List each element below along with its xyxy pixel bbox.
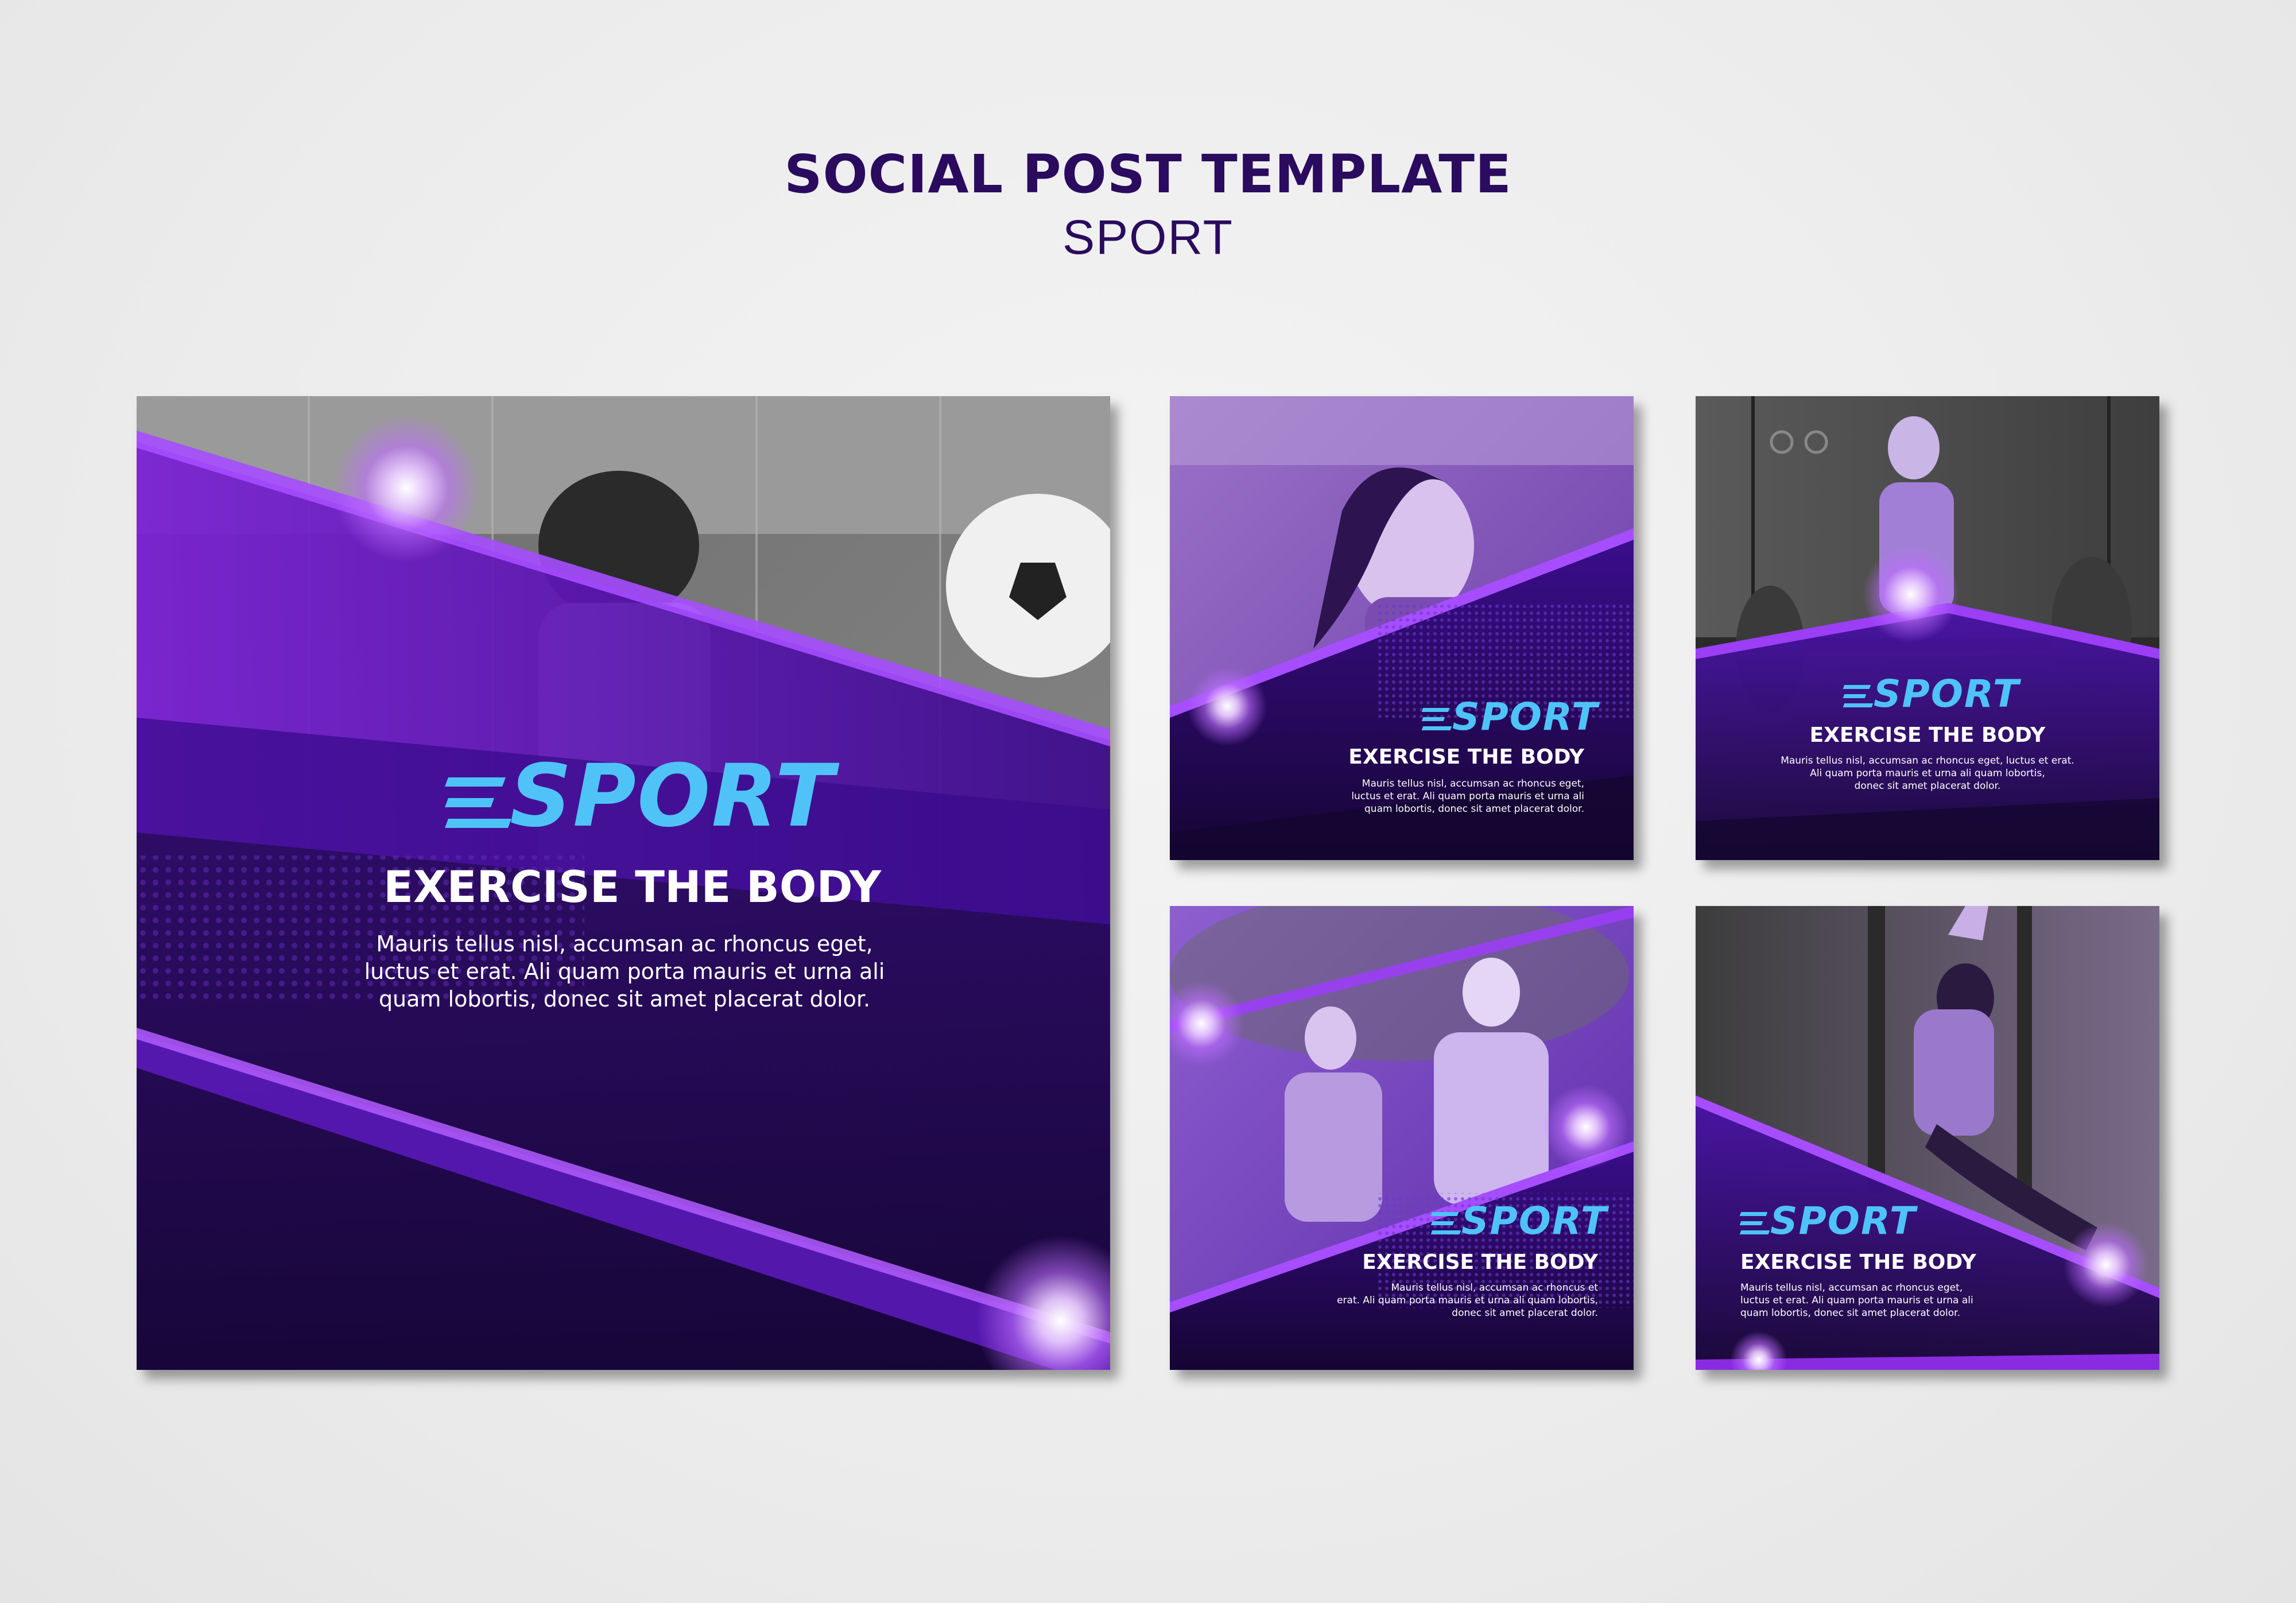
sport-logo: SPORT: [1843, 672, 2020, 716]
post-card-couple[interactable]: SPORT EXERCISE THE BODY Mauris tellus ni…: [1170, 906, 1634, 1370]
logo-text: SPORT: [1461, 1199, 1608, 1243]
logo-text: SPORT: [510, 746, 835, 846]
sport-logo: SPORT: [1421, 695, 1599, 739]
light-flare: [2063, 1222, 2149, 1308]
sport-logo: SPORT: [1430, 1199, 1608, 1243]
logo-text: SPORT: [1770, 1199, 1917, 1243]
post-body-text: Mauris tellus nisl, accumsan ac rhoncus …: [1337, 1282, 1598, 1319]
post-body-text: Mauris tellus nisl, accumsan ac rhoncus …: [1351, 778, 1584, 815]
post-headline: EXERCISE THE BODY: [1740, 1250, 1976, 1274]
post-headline: EXERCISE THE BODY: [1348, 745, 1584, 769]
post-body-text: Mauris tellus nisl, accumsan ac rhoncus …: [1781, 755, 2074, 792]
post-body-text: Mauris tellus nisl, accumsan ac rhoncus …: [1740, 1282, 1973, 1319]
post-card-large[interactable]: SPORT EXERCISE THE BODY Mauris tellus ni…: [137, 396, 1110, 1370]
page-subtitle: SPORT: [1062, 210, 1234, 264]
post-headline: EXERCISE THE BODY: [383, 861, 882, 912]
light-flare: [1187, 666, 1267, 746]
light-flare: [1543, 1084, 1629, 1170]
sport-logo: SPORT: [445, 746, 835, 846]
post-card-weightlifter[interactable]: SPORT EXERCISE THE BODY Mauris tellus ni…: [1696, 396, 2159, 860]
logo-text: SPORT: [1874, 672, 2020, 716]
light-flare: [332, 413, 481, 563]
logo-text: SPORT: [1452, 695, 1599, 739]
sport-logo: SPORT: [1739, 1199, 1917, 1243]
post-headline: EXERCISE THE BODY: [1809, 723, 2046, 747]
light-flare: [1862, 545, 1960, 643]
post-body-text: Mauris tellus nisl, accumsan ac rhoncus …: [364, 931, 885, 1012]
page-title: SOCIAL POST TEMPLATE: [784, 144, 1512, 205]
post-card-gym[interactable]: SPORT EXERCISE THE BODY Mauris tellus ni…: [1696, 906, 2159, 1370]
post-headline: EXERCISE THE BODY: [1362, 1250, 1598, 1274]
post-card-runner[interactable]: SPORT EXERCISE THE BODY Mauris tellus ni…: [1170, 396, 1634, 860]
